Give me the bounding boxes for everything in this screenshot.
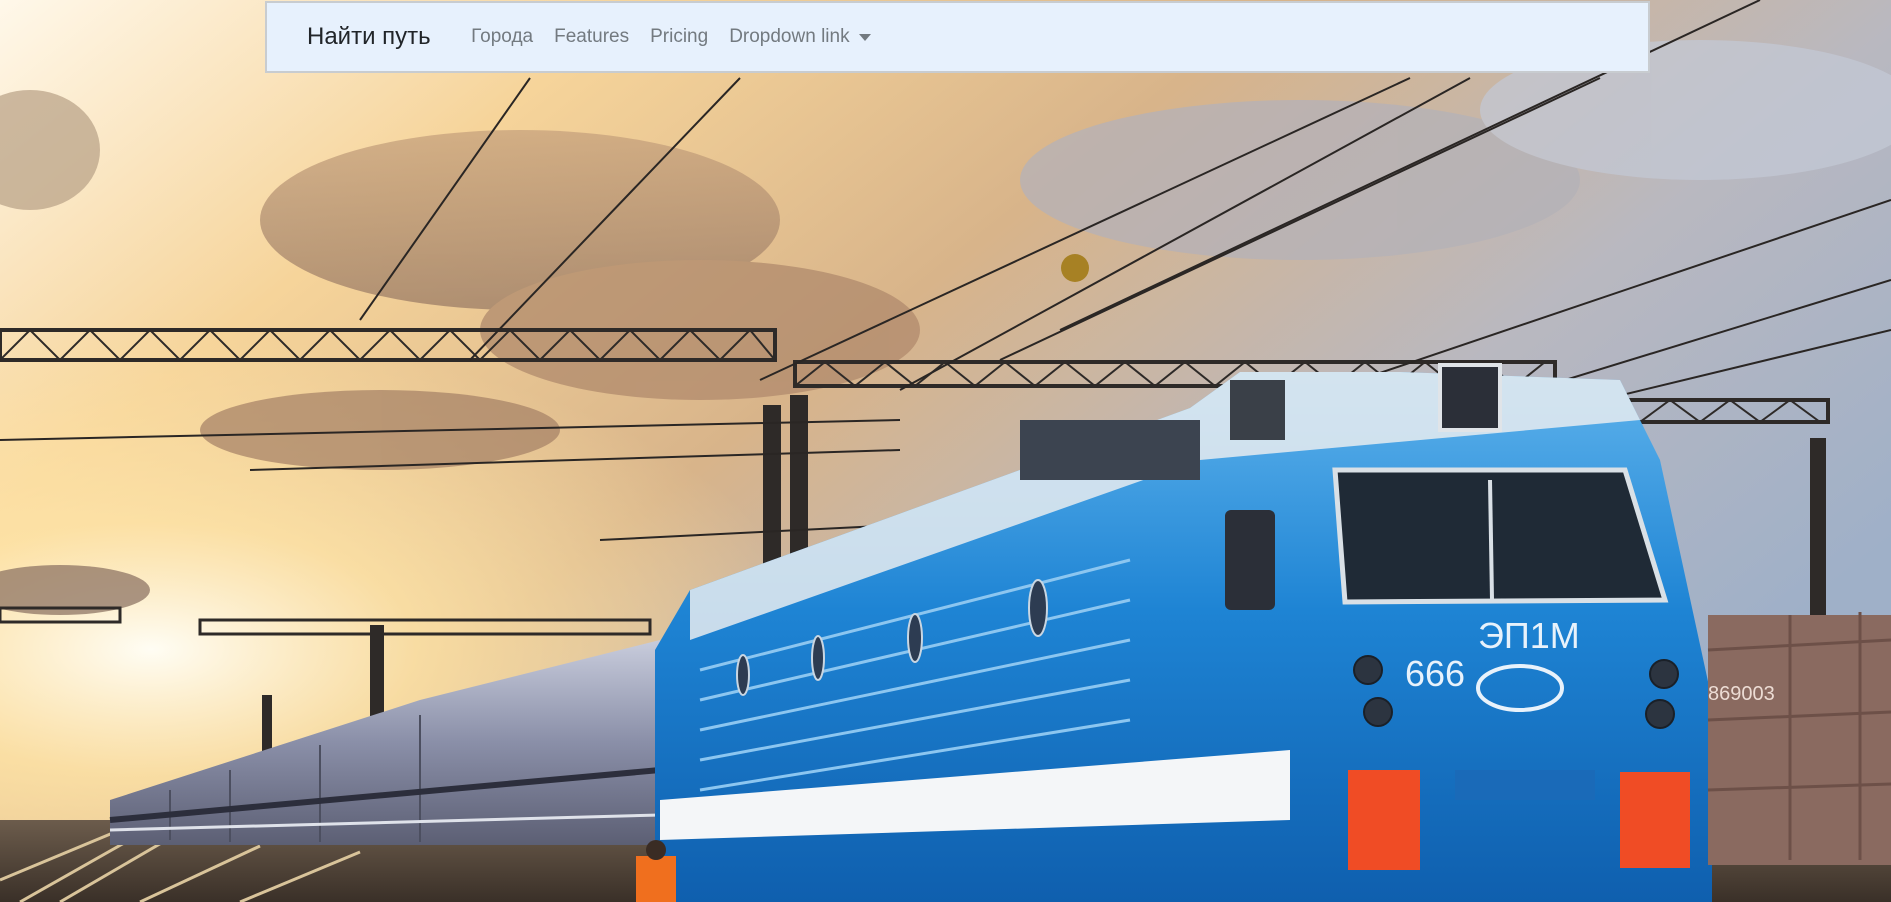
- dropdown-toggle[interactable]: Dropdown link: [719, 26, 881, 48]
- nav-link-cities[interactable]: Города: [461, 26, 544, 48]
- caret-down-icon: [858, 33, 871, 41]
- nav-item-dropdown: Dropdown link: [719, 26, 881, 48]
- svg-text:869003: 869003: [1708, 683, 1775, 705]
- nav-item-pricing: Pricing: [640, 26, 719, 48]
- dropdown-label: Dropdown link: [729, 26, 850, 47]
- hero-image: ЭП1М 666 869003: [0, 0, 1891, 902]
- page: ЭП1М 666 869003 Найти путь Города Featur…: [0, 0, 1891, 902]
- navbar: Найти путь Города Features Pricing Dropd…: [265, 1, 1650, 73]
- nav-links: Города Features Pricing Dropdown link: [461, 26, 881, 48]
- nav-link-pricing[interactable]: Pricing: [640, 26, 719, 48]
- svg-text:666: 666: [1405, 653, 1465, 694]
- nav-link-features[interactable]: Features: [544, 26, 640, 48]
- nav-item-features: Features: [544, 26, 640, 48]
- brand-link[interactable]: Найти путь: [307, 23, 431, 51]
- svg-text:ЭП1М: ЭП1М: [1478, 615, 1580, 656]
- nav-item-cities: Города: [461, 26, 544, 48]
